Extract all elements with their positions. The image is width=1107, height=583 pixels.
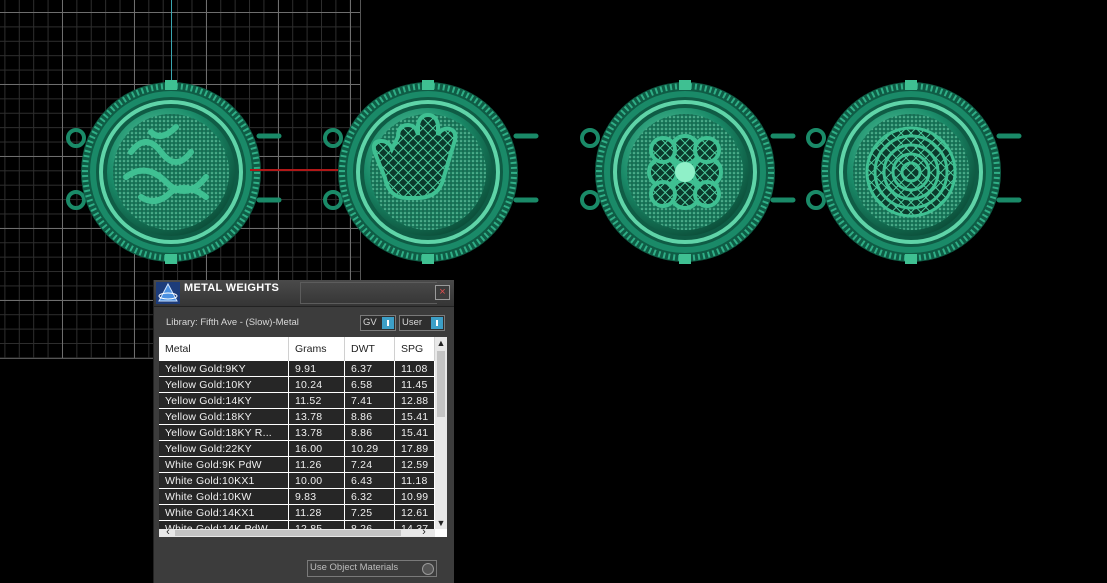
spg-cell: 15.41 — [395, 409, 435, 424]
metal-cell: White Gold:10KX1 — [159, 473, 289, 488]
metal-cell: Yellow Gold:10KY — [159, 377, 289, 392]
metal-cell: Yellow Gold:22KY — [159, 441, 289, 456]
spg-cell: 10.99 — [395, 489, 435, 504]
unit-dropdown-value: GV — [363, 317, 377, 328]
table-row[interactable]: Yellow Gold:14KY 11.52 7.41 12.88 — [159, 393, 435, 409]
table-row[interactable]: White Gold:10KW 9.83 6.32 10.99 — [159, 489, 435, 505]
table-row[interactable]: White Gold:9K PdW 11.26 7.24 12.59 — [159, 457, 435, 473]
metal-weights-dialog[interactable]: METAL WEIGHTS × Library: Fifth Ave - (Sl… — [153, 280, 454, 583]
dialog-titlebar[interactable]: METAL WEIGHTS × — [154, 280, 454, 307]
metal-cell: White Gold:10KW — [159, 489, 289, 504]
spg-cell: 12.59 — [395, 457, 435, 472]
dropdown-arrow-icon — [382, 317, 394, 329]
use-object-materials-label: Use Object Materials — [310, 562, 399, 573]
horizontal-scrollbar[interactable]: ‹ › — [159, 526, 435, 538]
metal-cell: Yellow Gold:9KY — [159, 361, 289, 376]
grams-cell: 9.83 — [289, 489, 345, 504]
spg-cell: 15.41 — [395, 425, 435, 440]
pendant-hamsa[interactable] — [317, 78, 539, 266]
table-row[interactable]: Yellow Gold:22KY 16.00 10.29 17.89 — [159, 441, 435, 457]
app-logo-icon — [156, 282, 180, 304]
horizontal-scroll-thumb[interactable] — [175, 530, 401, 536]
table-header: Metal Grams DWT SPG — [159, 337, 435, 361]
grams-cell: 11.26 — [289, 457, 345, 472]
grams-cell: 11.52 — [289, 393, 345, 408]
grams-cell: 12.85 — [289, 521, 345, 529]
column-header-dwt[interactable]: DWT — [345, 337, 395, 361]
metal-cell: White Gold:9K PdW — [159, 457, 289, 472]
table-body: Yellow Gold:9KY 9.91 6.37 11.08 Yellow Gold:… — [159, 361, 435, 529]
vertical-scrollbar[interactable]: ▲ ▼ — [435, 337, 447, 529]
scroll-up-icon[interactable]: ▲ — [435, 337, 447, 349]
dwt-cell: 7.41 — [345, 393, 395, 408]
grams-cell: 9.91 — [289, 361, 345, 376]
dropdown-arrow-icon — [431, 317, 443, 329]
mode-dropdown[interactable]: User — [399, 315, 445, 331]
table-row[interactable]: Yellow Gold:10KY 10.24 6.58 11.45 — [159, 377, 435, 393]
table-row[interactable]: Yellow Gold:18KY R... 13.78 8.86 15.41 — [159, 425, 435, 441]
column-header-grams[interactable]: Grams — [289, 337, 345, 361]
use-object-materials-toggle[interactable]: Use Object Materials — [307, 560, 437, 577]
scroll-left-icon[interactable]: ‹ — [161, 526, 175, 538]
grams-cell: 13.78 — [289, 409, 345, 424]
spg-cell: 11.45 — [395, 377, 435, 392]
dwt-cell: 6.43 — [345, 473, 395, 488]
dwt-cell: 7.24 — [345, 457, 395, 472]
table-row[interactable]: White Gold:10KX1 10.00 6.43 11.18 — [159, 473, 435, 489]
column-header-metal[interactable]: Metal — [159, 337, 289, 361]
scroll-right-icon[interactable]: › — [417, 526, 431, 538]
spg-cell: 12.61 — [395, 505, 435, 520]
metal-cell: Yellow Gold:18KY — [159, 409, 289, 424]
metal-cell: White Gold:14KX1 — [159, 505, 289, 520]
pendant-concentric[interactable] — [800, 78, 1022, 266]
grams-cell: 10.00 — [289, 473, 345, 488]
dwt-cell: 6.32 — [345, 489, 395, 504]
table-row[interactable]: White Gold:14KX1 11.28 7.25 12.61 — [159, 505, 435, 521]
dwt-cell: 8.26 — [345, 521, 395, 529]
unit-dropdown[interactable]: GV — [360, 315, 396, 331]
close-button[interactable]: × — [435, 285, 450, 300]
dwt-cell: 10.29 — [345, 441, 395, 456]
dwt-cell: 6.58 — [345, 377, 395, 392]
table-row[interactable]: Yellow Gold:18KY 13.78 8.86 15.41 — [159, 409, 435, 425]
vertical-scroll-thumb[interactable] — [437, 351, 445, 417]
scroll-down-icon[interactable]: ▼ — [435, 517, 447, 529]
grams-cell: 16.00 — [289, 441, 345, 456]
table-row[interactable]: White Gold:14K PdW 12.85 8.26 14.37 — [159, 521, 435, 529]
table-row[interactable]: Yellow Gold:9KY 9.91 6.37 11.08 — [159, 361, 435, 377]
library-label: Library: Fifth Ave - (Slow)-Metal — [166, 317, 299, 328]
metal-weights-table[interactable]: Metal Grams DWT SPG Yellow Gold:9KY 9.91 6… — [159, 337, 447, 538]
spg-cell: 12.88 — [395, 393, 435, 408]
grams-cell: 10.24 — [289, 377, 345, 392]
spg-cell: 11.08 — [395, 361, 435, 376]
dwt-cell: 8.86 — [345, 409, 395, 424]
pendant-calligraphy[interactable] — [60, 78, 282, 266]
dwt-cell: 7.25 — [345, 505, 395, 520]
pendant-flower[interactable] — [574, 78, 796, 266]
grams-cell: 13.78 — [289, 425, 345, 440]
metal-cell: Yellow Gold:18KY R... — [159, 425, 289, 440]
dwt-cell: 8.86 — [345, 425, 395, 440]
spg-cell: 17.89 — [395, 441, 435, 456]
metal-cell: White Gold:14K PdW — [159, 521, 289, 529]
spg-cell: 11.18 — [395, 473, 435, 488]
column-header-spg[interactable]: SPG — [395, 337, 435, 361]
title-separator — [300, 282, 437, 304]
mode-dropdown-value: User — [402, 317, 423, 328]
grams-cell: 11.28 — [289, 505, 345, 520]
dialog-title: METAL WEIGHTS — [184, 282, 280, 294]
toggle-knob-icon — [422, 563, 434, 575]
metal-cell: Yellow Gold:14KY — [159, 393, 289, 408]
dwt-cell: 6.37 — [345, 361, 395, 376]
